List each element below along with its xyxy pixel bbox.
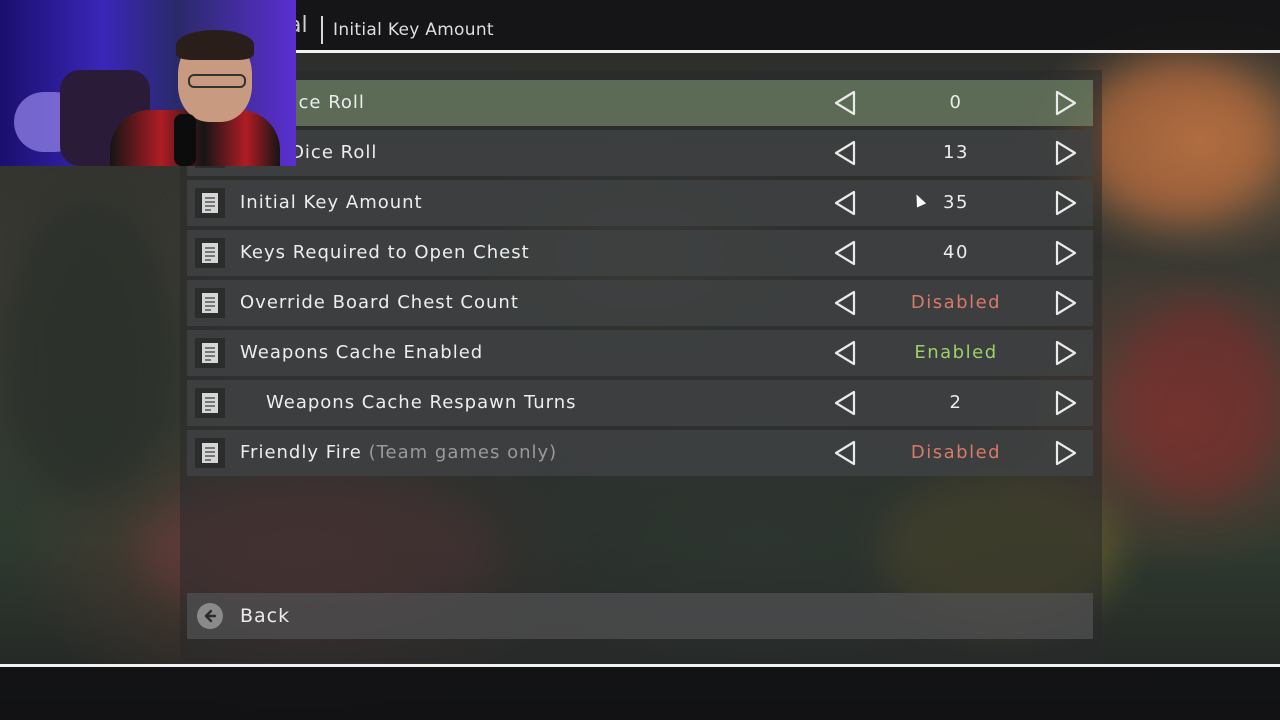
- document-icon: [195, 338, 225, 368]
- arrow-right-icon[interactable]: [1053, 440, 1079, 466]
- bottom-divider: [0, 664, 1280, 667]
- setting-row[interactable]: Keys Required to Open Chest 40: [187, 230, 1093, 276]
- back-arrow-icon: [197, 603, 223, 629]
- setting-label: Weapons Cache Enabled: [240, 342, 484, 363]
- arrow-left-icon[interactable]: [832, 90, 858, 116]
- arrow-left-icon[interactable]: [832, 240, 858, 266]
- setting-label: Friendly Fire (Team games only): [240, 442, 558, 463]
- arrow-right-icon[interactable]: [1053, 240, 1079, 266]
- arrow-left-icon[interactable]: [832, 190, 858, 216]
- page-title: Initial Key Amount: [333, 20, 494, 40]
- setting-label: Weapons Cache Respawn Turns: [266, 392, 577, 413]
- arrow-left-icon[interactable]: [832, 390, 858, 416]
- document-icon: [195, 288, 225, 318]
- arrow-left-icon[interactable]: [832, 140, 858, 166]
- document-icon: [195, 238, 225, 268]
- setting-value: 2: [949, 392, 963, 413]
- setting-label: Override Board Chest Count: [240, 292, 519, 313]
- setting-label: Keys Required to Open Chest: [240, 242, 530, 263]
- setting-row[interactable]: Weapons Cache Enabled Enabled: [187, 330, 1093, 376]
- document-icon: [195, 188, 225, 218]
- setting-value: Enabled: [914, 342, 998, 363]
- setting-value: 0: [949, 92, 963, 113]
- back-button[interactable]: Back: [187, 593, 1093, 639]
- setting-row[interactable]: um Dice Roll 0: [187, 80, 1093, 126]
- setting-value: 13: [943, 142, 969, 163]
- setting-sublabel: (Team games only): [361, 442, 558, 463]
- breadcrumb-separator: [321, 16, 323, 44]
- document-icon: [195, 438, 225, 468]
- arrow-left-icon[interactable]: [832, 340, 858, 366]
- arrow-right-icon[interactable]: [1053, 190, 1079, 216]
- setting-row[interactable]: num Dice Roll 13: [187, 130, 1093, 176]
- arrow-left-icon[interactable]: [832, 290, 858, 316]
- setting-row[interactable]: Friendly Fire (Team games only) Disabled: [187, 430, 1093, 476]
- setting-value: Disabled: [910, 442, 1002, 463]
- setting-value: 35: [943, 192, 969, 213]
- bottom-bar: [0, 664, 1280, 720]
- arrow-left-icon[interactable]: [832, 440, 858, 466]
- setting-value: Disabled: [910, 292, 1002, 313]
- document-icon: [195, 388, 225, 418]
- arrow-right-icon[interactable]: [1053, 340, 1079, 366]
- arrow-right-icon[interactable]: [1053, 140, 1079, 166]
- setting-row[interactable]: Override Board Chest Count Disabled: [187, 280, 1093, 326]
- setting-label: Initial Key Amount: [240, 192, 423, 213]
- setting-row[interactable]: Initial Key Amount 35: [187, 180, 1093, 226]
- arrow-right-icon[interactable]: [1053, 290, 1079, 316]
- arrow-right-icon[interactable]: [1053, 90, 1079, 116]
- setting-value: 40: [943, 242, 969, 263]
- arrow-right-icon[interactable]: [1053, 390, 1079, 416]
- back-label: Back: [240, 605, 291, 627]
- webcam-overlay: [0, 0, 296, 166]
- setting-row[interactable]: Weapons Cache Respawn Turns 2: [187, 380, 1093, 426]
